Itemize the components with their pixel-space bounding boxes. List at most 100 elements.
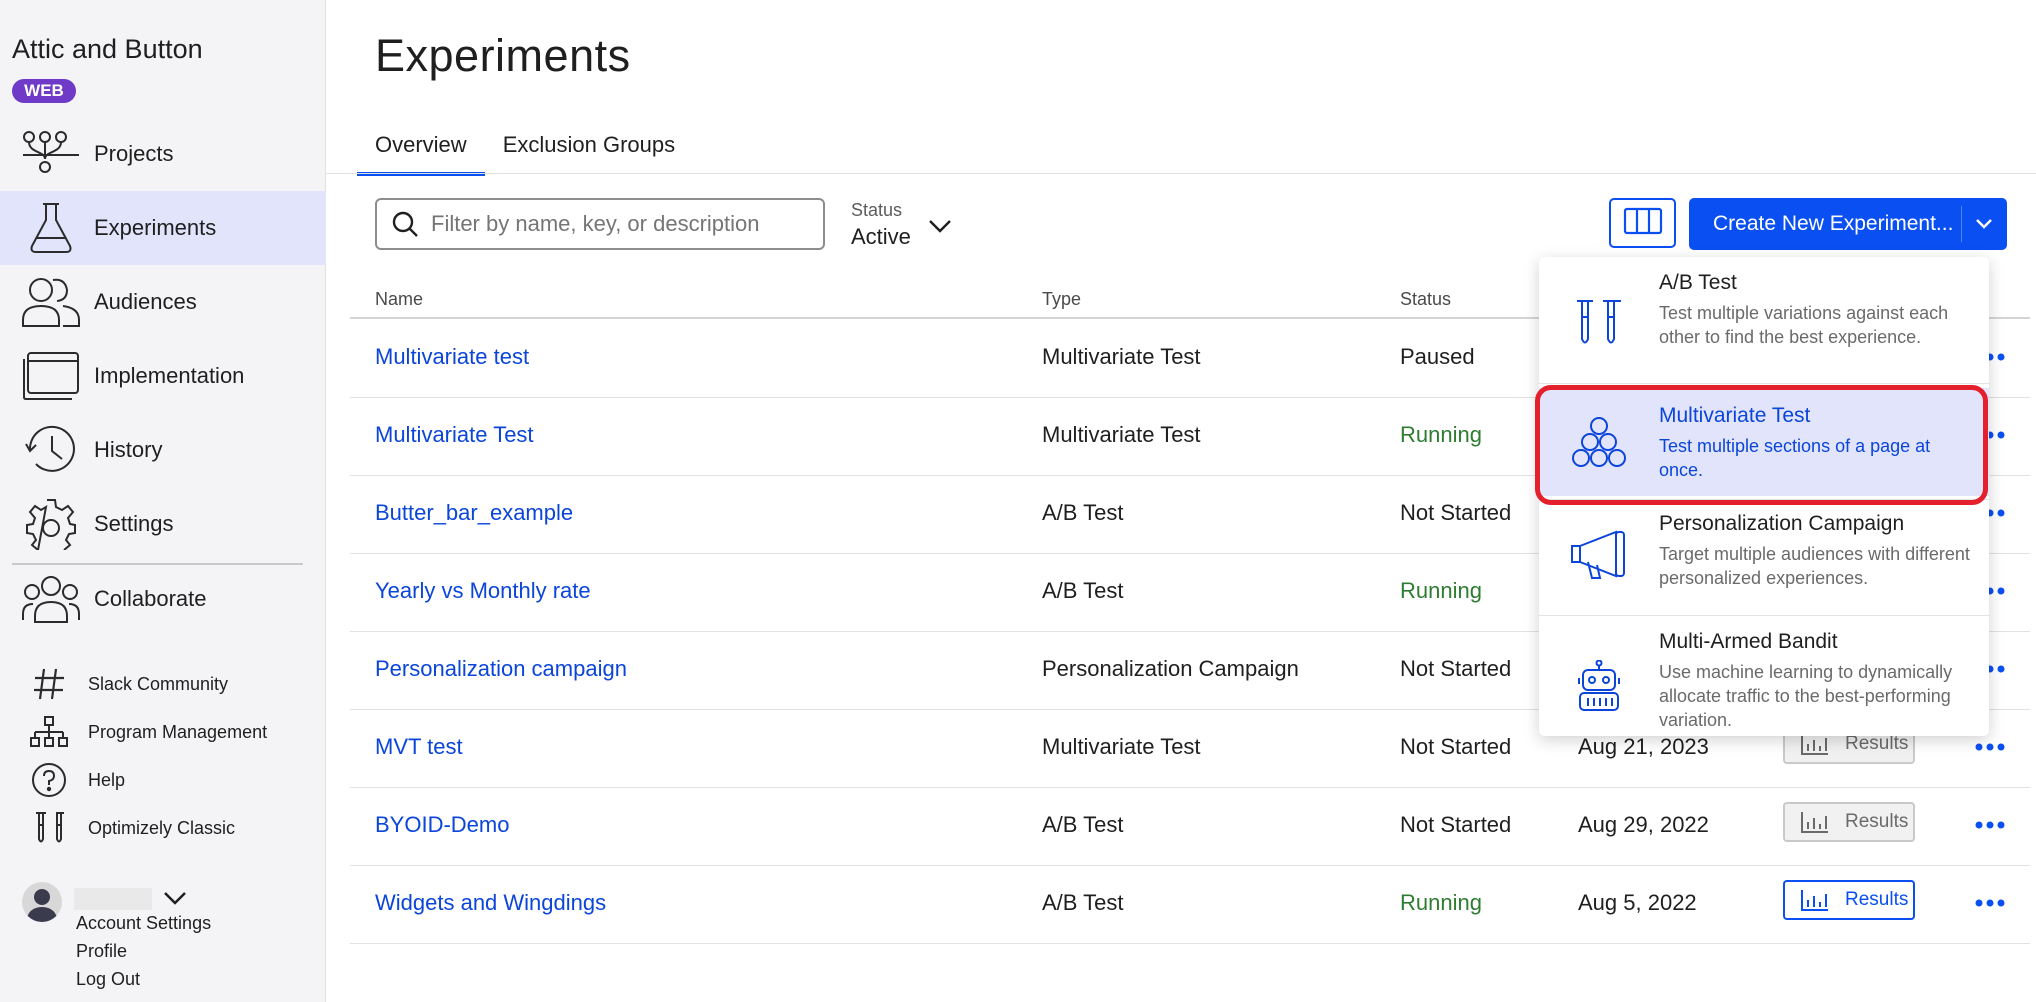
sidebar-item-label: Slack Community	[88, 673, 229, 694]
menu-item-multivariate-test[interactable]: Multivariate Test Test multiple sections…	[1539, 388, 1989, 496]
table-row: BYOID-Demo A/B Test Not Started Aug 29, …	[350, 788, 2030, 866]
tabs-divider	[326, 173, 2036, 174]
sidebar-item-slack-community[interactable]: Slack Community	[0, 662, 326, 706]
menu-item-description: Test multiple sections of a page at once…	[1659, 436, 1931, 480]
tab-bar: Overview Exclusion Groups	[357, 118, 693, 176]
search-input[interactable]	[431, 211, 811, 237]
sidebar-item-label: History	[94, 437, 163, 462]
button-divider	[1961, 206, 1962, 242]
sidebar-item-label: Audiences	[94, 289, 197, 314]
sidebar-item-projects[interactable]: Projects	[0, 117, 326, 191]
chevron-down-icon	[925, 214, 955, 238]
menu-item-title: Multivariate Test	[1659, 404, 1811, 427]
experiment-status: Not Started	[1400, 500, 1512, 525]
sidebar-item-program-management[interactable]: Program Management	[0, 710, 326, 754]
more-options-icon[interactable]	[1972, 732, 2008, 762]
column-header-type[interactable]: Type	[1042, 289, 1081, 310]
create-new-experiment-button[interactable]: Create New Experiment...	[1689, 198, 2007, 250]
experiment-name-link[interactable]: BYOID-Demo	[375, 812, 509, 838]
menu-item-ab-test[interactable]: A/B Test Test multiple variations agains…	[1539, 257, 1989, 383]
page-title: Experiments	[375, 30, 631, 81]
results-label: Results	[1845, 889, 1909, 910]
sidebar-item-label: Collaborate	[94, 586, 207, 611]
tab-exclusion-groups[interactable]: Exclusion Groups	[485, 118, 693, 176]
results-button[interactable]: Results	[1783, 802, 1915, 842]
implementation-icon	[20, 348, 82, 404]
megaphone-icon	[1569, 524, 1629, 584]
help-icon	[28, 759, 70, 801]
chevron-down-icon[interactable]	[160, 886, 190, 910]
columns-icon	[1623, 206, 1663, 241]
sidebar-item-label: Implementation	[94, 363, 245, 388]
experiment-name-link[interactable]: Yearly vs Monthly rate	[375, 578, 591, 604]
column-header-name[interactable]: Name	[375, 289, 423, 310]
sidebar-item-help[interactable]: Help	[0, 758, 326, 802]
sidebar-item-settings[interactable]: Settings	[0, 487, 326, 561]
experiment-type: Personalization Campaign	[1042, 656, 1299, 681]
menu-divider	[1539, 383, 1989, 384]
experiment-status: Running	[1400, 578, 1482, 603]
sidebar-item-audiences[interactable]: Audiences	[0, 265, 326, 339]
experiment-date: Aug 21, 2023	[1578, 734, 1709, 759]
account-settings-link[interactable]: Account Settings	[76, 913, 211, 934]
results-button[interactable]: Results	[1783, 880, 1915, 920]
audiences-icon	[20, 274, 82, 330]
create-button-label: Create New Experiment...	[1713, 212, 1954, 235]
experiment-date: Aug 5, 2022	[1578, 890, 1697, 915]
sidebar: Attic and Button WEB Projects Experiment…	[0, 0, 326, 1002]
column-header-status[interactable]: Status	[1400, 289, 1451, 310]
experiment-status: Running	[1400, 422, 1482, 447]
app-name: Attic and Button	[12, 34, 203, 64]
avatar[interactable]	[22, 882, 62, 922]
column-layout-button[interactable]	[1609, 198, 1676, 248]
menu-item-description: Target multiple audiences with different…	[1659, 544, 1970, 588]
sidebar-item-collaborate[interactable]: Collaborate	[0, 562, 326, 636]
experiment-status: Not Started	[1400, 656, 1512, 681]
robot-icon	[1569, 656, 1629, 716]
results-label: Results	[1845, 811, 1909, 832]
log-out-link[interactable]: Log Out	[76, 969, 140, 990]
sidebar-item-label: Help	[88, 769, 126, 790]
experiment-name-link[interactable]: MVT test	[375, 734, 463, 760]
experiment-status: Running	[1400, 890, 1482, 915]
experiment-name-link[interactable]: Multivariate test	[375, 344, 529, 370]
experiment-type: A/B Test	[1042, 890, 1124, 915]
profile-link[interactable]: Profile	[76, 941, 127, 962]
experiment-name-link[interactable]: Widgets and Wingdings	[375, 890, 606, 916]
circles-icon	[1569, 412, 1629, 472]
test-tubes-icon	[28, 807, 70, 849]
experiment-type: A/B Test	[1042, 812, 1124, 837]
sidebar-item-label: Experiments	[94, 215, 217, 240]
projects-icon	[20, 126, 82, 182]
more-options-icon[interactable]	[1972, 810, 2008, 840]
experiment-type: Multivariate Test	[1042, 422, 1201, 447]
tab-overview[interactable]: Overview	[357, 118, 485, 176]
hash-icon	[28, 663, 70, 705]
sidebar-item-history[interactable]: History	[0, 413, 326, 487]
experiment-status: Not Started	[1400, 734, 1512, 759]
platform-badge: WEB	[12, 79, 76, 103]
experiment-type: A/B Test	[1042, 500, 1124, 525]
menu-item-multi-armed-bandit[interactable]: Multi-Armed Bandit Use machine learning …	[1539, 616, 1989, 736]
chevron-down-icon[interactable]	[1969, 198, 1999, 250]
experiment-name-link[interactable]: Personalization campaign	[375, 656, 627, 682]
sidebar-item-optimizely-classic[interactable]: Optimizely Classic	[0, 806, 326, 850]
sidebar-item-label: Settings	[94, 511, 174, 536]
bar-chart-icon	[1799, 809, 1831, 835]
experiment-name-link[interactable]: Butter_bar_example	[375, 500, 573, 526]
sidebar-item-label: Optimizely Classic	[88, 817, 236, 838]
more-options-icon[interactable]	[1972, 888, 2008, 918]
menu-item-description: Test multiple variations against each ot…	[1659, 303, 1949, 347]
sidebar-item-implementation[interactable]: Implementation	[0, 339, 326, 413]
sidebar-item-label: Program Management	[88, 721, 268, 742]
account-menu: Account Settings Profile Log Out	[0, 876, 326, 1002]
menu-item-title: Personalization Campaign	[1659, 512, 1905, 535]
menu-item-personalization-campaign[interactable]: Personalization Campaign Target multiple…	[1539, 500, 1989, 608]
status-filter[interactable]: Status Active	[851, 200, 961, 252]
experiment-type: Multivariate Test	[1042, 344, 1201, 369]
search-icon	[389, 208, 421, 240]
sidebar-item-experiments[interactable]: Experiments	[0, 191, 326, 265]
status-filter-value: Active	[851, 224, 911, 249]
menu-item-description: Use machine learning to dynamically allo…	[1659, 662, 1953, 730]
experiment-name-link[interactable]: Multivariate Test	[375, 422, 534, 448]
